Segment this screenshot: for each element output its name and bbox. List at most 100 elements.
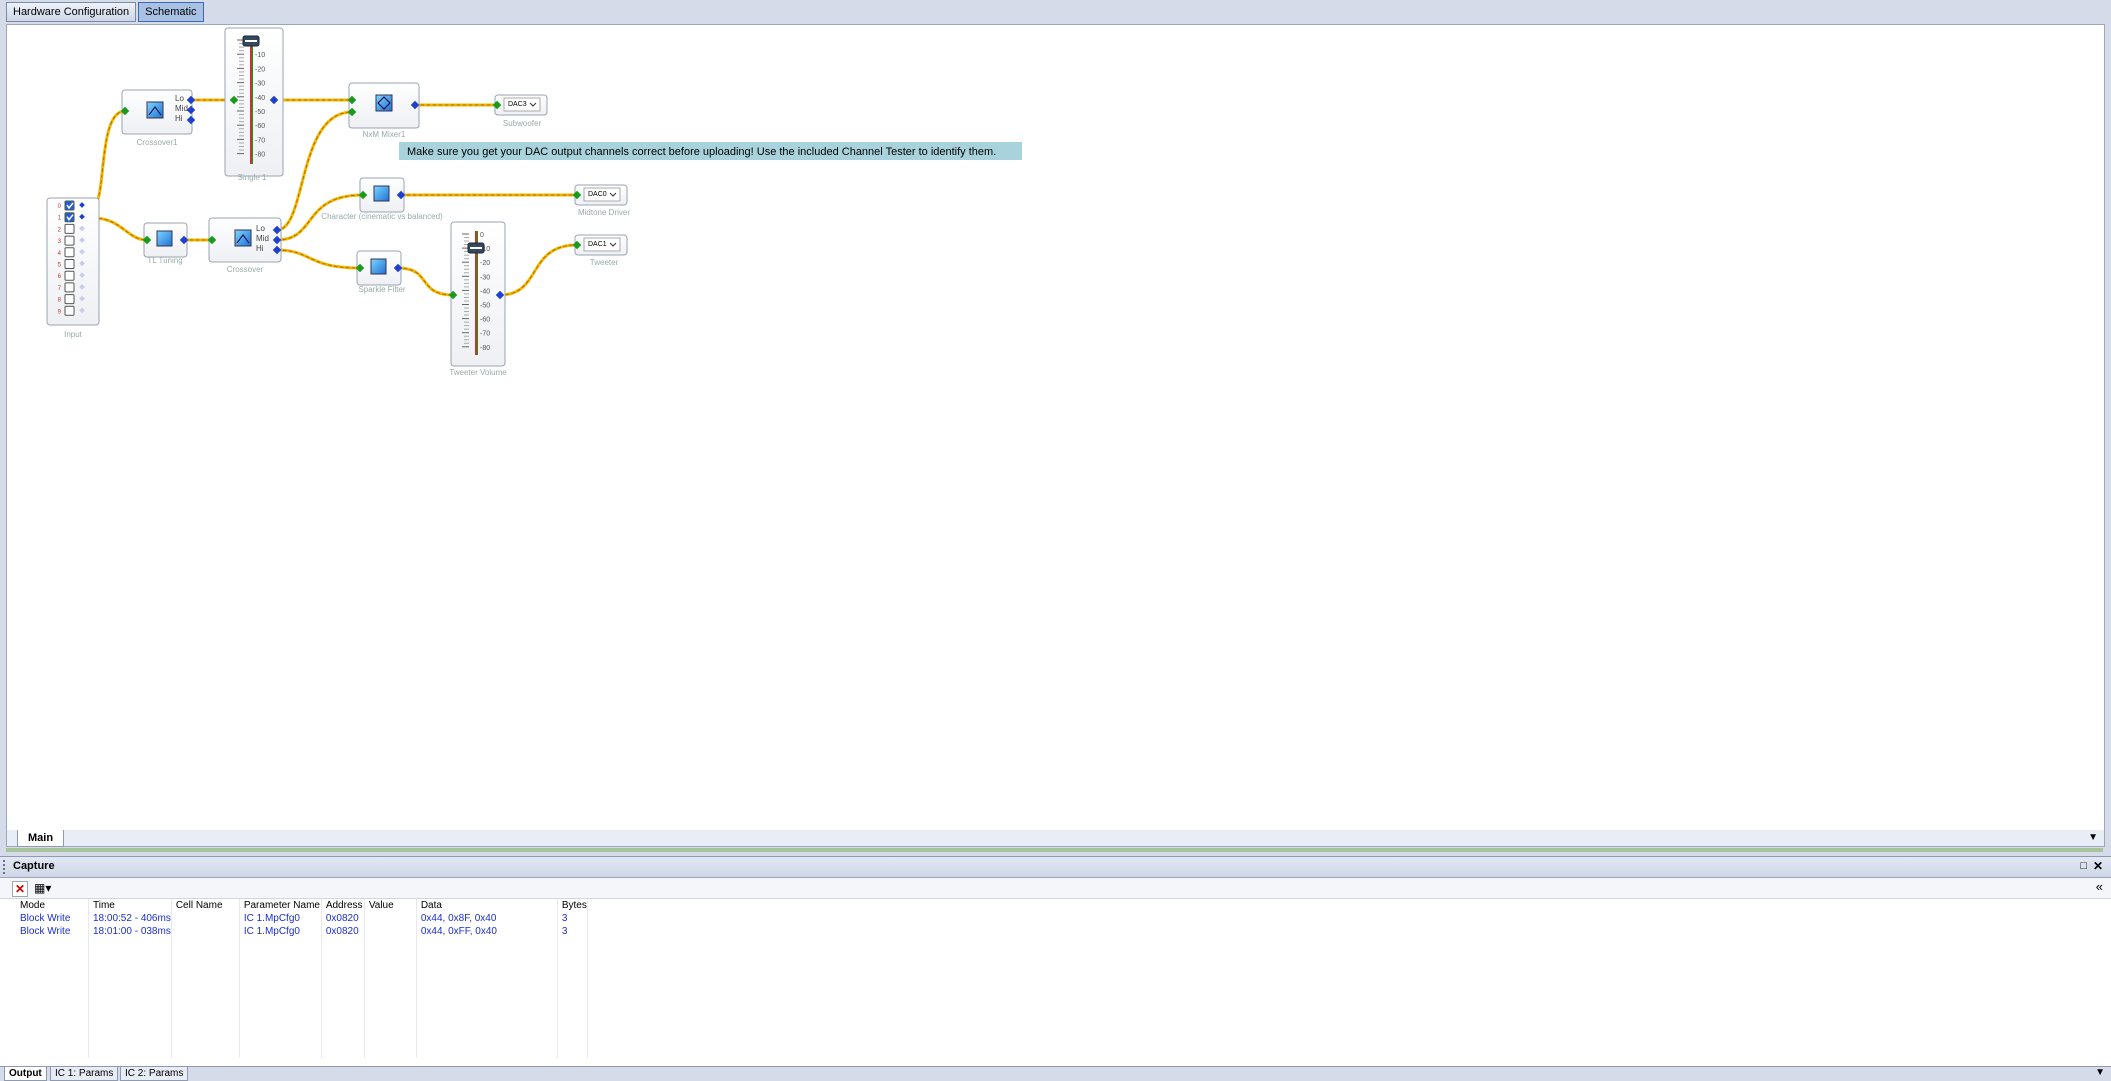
- column-header[interactable]: Mode: [0, 899, 89, 912]
- fader-scale-label: -40: [480, 288, 490, 295]
- channel-checkbox[interactable]: [64, 305, 75, 316]
- cell-time: 18:01:00 - 038ms: [88, 925, 172, 938]
- clear-capture-button[interactable]: ✕: [12, 881, 28, 897]
- chevron-down-icon[interactable]: ▼: [2088, 830, 2098, 846]
- column-header[interactable]: Time: [88, 899, 172, 912]
- single1-label: Single 1: [238, 173, 267, 182]
- single1-fader-block[interactable]: 0-10-20-30-40-50-60-70-80 Single 1: [224, 27, 284, 182]
- sparkle-filter-block[interactable]: Sparkle Filter: [355, 250, 406, 294]
- channel-checkbox[interactable]: [64, 294, 75, 305]
- channel-checkbox[interactable]: [64, 270, 75, 281]
- cell-mode: Block Write: [0, 912, 89, 925]
- tl-tuning-label: TL Tuning: [147, 256, 182, 265]
- input-block[interactable]: 0123456789 Input: [46, 197, 100, 339]
- channel-checkbox[interactable]: [64, 212, 75, 223]
- table-row[interactable]: Block Write 18:00:52 - 406ms IC 1.MpCfg0…: [0, 912, 1992, 925]
- capture-title-bar: Capture □ ✕: [0, 857, 2111, 878]
- table-row[interactable]: Block Write 18:01:00 - 038ms IC 1.MpCfg0…: [0, 925, 1992, 938]
- midtone-label: Midtone Driver: [578, 208, 630, 217]
- note-text: Make sure you get your DAC output channe…: [407, 146, 996, 158]
- schematic-canvas[interactable]: 0123456789 Input Lo Mid Hi Crossover1 0 -…: [6, 24, 2105, 832]
- cell-parameter-name: IC 1.MpCfg0: [239, 912, 322, 925]
- column-header[interactable]: Value: [364, 899, 417, 912]
- crossover-icon: [146, 101, 164, 119]
- columns-icon[interactable]: ▦▾: [34, 881, 51, 895]
- tl-tuning-block[interactable]: TL Tuning: [142, 222, 189, 265]
- tab-hardware-configuration[interactable]: Hardware Configuration: [6, 2, 137, 22]
- grip-icon[interactable]: [3, 860, 8, 874]
- input-label: Input: [64, 330, 83, 339]
- character-label: Character (cinematic vs balanced): [321, 212, 443, 221]
- tab-ic2-params[interactable]: IC 2: Params: [120, 1067, 189, 1081]
- capture-title: Capture: [13, 860, 55, 872]
- document-tabs: Hardware Configuration Schematic: [6, 2, 204, 24]
- column-header[interactable]: Data: [416, 899, 558, 912]
- channel-checkbox[interactable]: [64, 247, 75, 258]
- note-annotation[interactable]: Make sure you get your DAC output channe…: [399, 142, 1022, 160]
- cell-time: 18:00:52 - 406ms: [88, 912, 172, 925]
- channel-checkbox[interactable]: [64, 259, 75, 269]
- port-label-mid: Mid: [256, 234, 269, 243]
- close-icon[interactable]: ✕: [2093, 859, 2103, 873]
- capture-panel: Capture □ ✕ ✕ ▦▾ « Mode Time Cell Name P…: [0, 856, 2111, 1067]
- midtone-output-block[interactable]: DAC0 Midtone Driver: [572, 184, 631, 217]
- tweeter-volume-fader-block[interactable]: 0-10-20-30-40-50-60-70-80 Tweeter Volume: [448, 221, 507, 377]
- fader-scale-label: -20: [255, 66, 265, 73]
- cell-address: 0x0820: [321, 925, 365, 938]
- cell-bytes: 3: [557, 925, 588, 938]
- capture-toolbar: ✕ ▦▾ «: [0, 878, 2111, 899]
- fader-scale-label: -80: [480, 345, 490, 352]
- port-label-hi: Hi: [256, 244, 264, 253]
- column-header[interactable]: Bytes: [557, 899, 588, 912]
- tweeter-volume-label: Tweeter Volume: [449, 368, 507, 377]
- dac-select-value: DAC3: [508, 101, 527, 108]
- tweeter-output-block[interactable]: DAC1 Tweeter: [572, 234, 628, 267]
- port-label-lo: Lo: [256, 224, 265, 233]
- capture-table: Mode Time Cell Name Parameter Name Addre…: [0, 899, 2111, 1067]
- column-header[interactable]: Cell Name: [171, 899, 240, 912]
- fader-scale-label: -30: [480, 274, 490, 281]
- column-header[interactable]: Address: [321, 899, 365, 912]
- filter-icon: [370, 258, 387, 275]
- subwoofer-label: Subwoofer: [503, 119, 542, 128]
- fader-scale-label: 0: [480, 232, 484, 239]
- filter-icon: [373, 185, 390, 202]
- crossover-label: Crossover: [227, 265, 264, 274]
- sparkle-filter-label: Sparkle Filter: [358, 285, 405, 294]
- port-label-lo: Lo: [175, 94, 184, 103]
- channel-checkbox[interactable]: [64, 223, 75, 234]
- nxm-mixer-block[interactable]: NxM Mixer1: [347, 82, 420, 139]
- output-tabs: Output IC 1: Params IC 2: Params ▼: [0, 1066, 2111, 1081]
- cell-mode: Block Write: [0, 925, 89, 938]
- crossover-icon: [234, 229, 252, 247]
- fader-scale-label: -10: [255, 52, 265, 59]
- subwoofer-output-block[interactable]: DAC3 Subwoofer: [492, 94, 548, 128]
- cell-cell-name: [171, 912, 240, 925]
- crossover1-label: Crossover1: [137, 138, 178, 147]
- tab-ic1-params[interactable]: IC 1: Params: [50, 1067, 119, 1081]
- column-header[interactable]: Parameter Name: [239, 899, 322, 912]
- cell-data: 0x44, 0xFF, 0x40: [416, 925, 558, 938]
- tab-output[interactable]: Output: [4, 1067, 47, 1081]
- channel-checkbox[interactable]: [64, 282, 75, 293]
- collapse-icon[interactable]: «: [2096, 879, 2103, 894]
- sheet-tab-main[interactable]: Main: [17, 830, 65, 847]
- crossover-block[interactable]: Lo Mid Hi Crossover: [207, 217, 282, 274]
- crossover1-block[interactable]: Lo Mid Hi Crossover1: [120, 89, 196, 147]
- fader-scale-label: -20: [480, 260, 490, 267]
- cell-parameter-name: IC 1.MpCfg0: [239, 925, 322, 938]
- tab-schematic[interactable]: Schematic: [138, 2, 204, 22]
- fader-scale-label: -80: [255, 152, 265, 159]
- cell-cell-name: [171, 925, 240, 938]
- channel-checkbox[interactable]: [64, 235, 75, 246]
- filter-icon: [156, 230, 173, 247]
- nxm-mixer-label: NxM Mixer1: [363, 130, 406, 139]
- fader-scale-label: -70: [480, 331, 490, 338]
- cell-value: [364, 912, 417, 925]
- channel-checkbox[interactable]: [64, 200, 75, 211]
- chevron-down-icon[interactable]: ▼: [2095, 1067, 2105, 1078]
- cell-data: 0x44, 0x8F, 0x40: [416, 912, 558, 925]
- panel-splitter[interactable]: [6, 848, 2103, 852]
- fader-scale-label: -50: [255, 109, 265, 116]
- pin-icon[interactable]: □: [2080, 860, 2087, 872]
